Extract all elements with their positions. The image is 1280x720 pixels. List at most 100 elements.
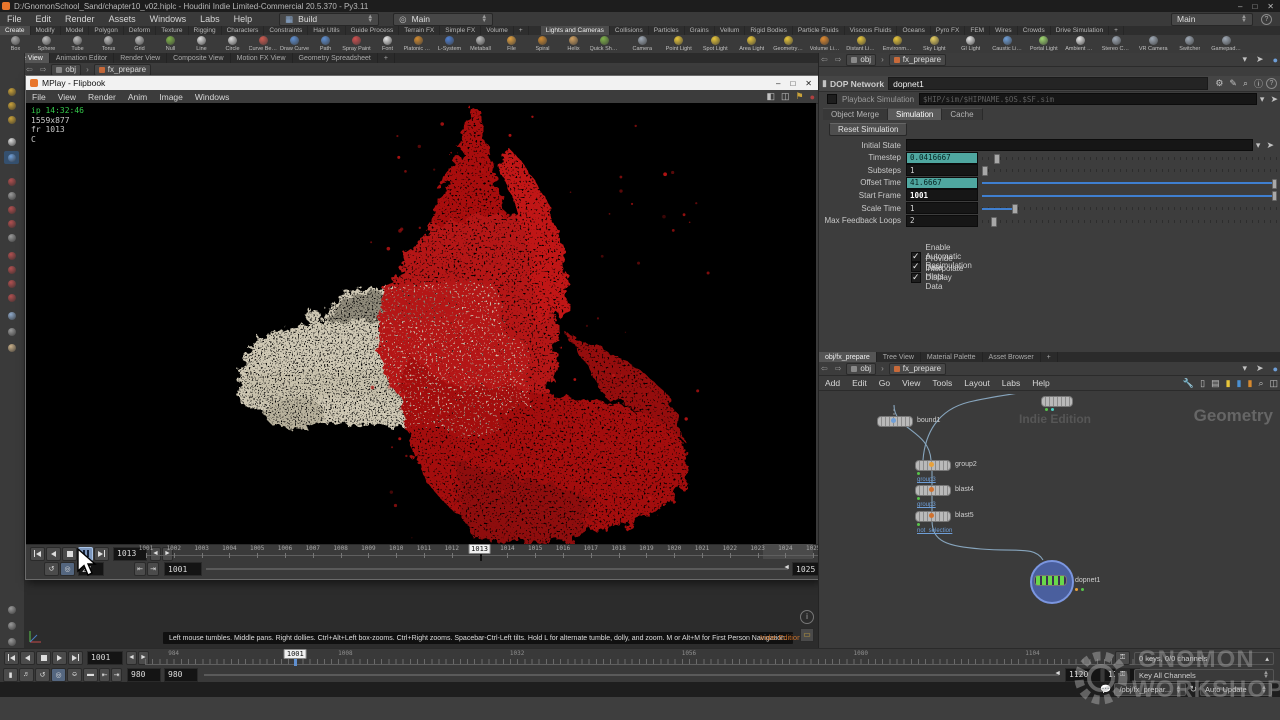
color-palette-icon[interactable]: ▮ [1223, 378, 1234, 389]
slider-handle[interactable] [1272, 191, 1277, 201]
left-toolbar-icon-4[interactable] [4, 151, 19, 164]
mplay-menu-file[interactable]: File [26, 92, 52, 102]
left-toolbar-icon-16[interactable] [4, 341, 19, 354]
tl-jump-start-button[interactable] [4, 651, 19, 665]
pane-tab--[interactable]: + [378, 53, 395, 63]
shelf-tab--[interactable]: + [514, 26, 529, 35]
menu-render[interactable]: Render [58, 14, 102, 24]
breadcrumb-node[interactable]: fx_prepare [889, 54, 946, 66]
left-toolbar-icon-17[interactable] [4, 603, 19, 616]
slider-handle[interactable] [1012, 204, 1018, 214]
menu-help[interactable]: Help [227, 14, 260, 24]
link-icon[interactable]: ● [1270, 55, 1280, 65]
param-slider[interactable] [982, 216, 1277, 226]
menu-edit[interactable]: Edit [29, 14, 59, 24]
shelf-tab-volume[interactable]: Volume [481, 26, 514, 35]
shelf-tool-gi-light[interactable]: GI Light [953, 35, 990, 53]
window-maximize-button[interactable]: □ [1252, 2, 1257, 11]
shelf-tab-simple-fx[interactable]: Simple FX [440, 26, 481, 35]
range-start-set-button[interactable]: ⇤ [99, 668, 110, 682]
flag-icon[interactable]: ⚑ [792, 91, 806, 102]
shelf-tab-crowds[interactable]: Crowds [1018, 26, 1051, 35]
param-value-field[interactable]: 1 [906, 202, 978, 214]
shelf-tool-switcher[interactable]: Switcher [1172, 35, 1209, 53]
mplay-step-forward-button[interactable]: ► [162, 547, 173, 561]
mplay-stop-button[interactable] [62, 547, 77, 561]
left-toolbar-icon-10[interactable] [4, 249, 19, 262]
desktop-selector[interactable]: ▦Build ▲▼ [279, 13, 379, 26]
shelf-tool-tube[interactable]: Tube [62, 35, 93, 53]
shelf-tool-box[interactable]: Box [0, 35, 31, 53]
shelf-tab-texture[interactable]: Texture [156, 26, 188, 35]
mplay-menu-view[interactable]: View [52, 92, 82, 102]
shape-palette-icon[interactable]: ▮ [1234, 378, 1245, 389]
param-value-field[interactable]: 41.6667 [906, 177, 978, 189]
help-icon[interactable]: ? [1266, 78, 1277, 89]
wrench-icon[interactable]: 🔧 [1180, 378, 1197, 389]
left-toolbar-icon-1[interactable] [4, 99, 19, 112]
mplay-minimize-button[interactable]: – [776, 79, 780, 88]
left-toolbar-icon-5[interactable] [4, 175, 19, 188]
left-toolbar-icon-11[interactable] [4, 263, 19, 276]
file-chooser-icon[interactable]: ➤ [1263, 140, 1277, 151]
left-toolbar-icon-0[interactable] [4, 85, 19, 98]
shelf-tool-sphere[interactable]: Sphere [31, 35, 62, 53]
mplay-viewport[interactable]: ip 14:32:46 1559x877 fr 1013 C [26, 103, 816, 544]
range-start-set-button[interactable]: ⇤ [134, 562, 146, 576]
network-node-clipped[interactable] [1041, 396, 1073, 407]
playback-sim-checkbox[interactable] [827, 94, 837, 104]
tl-play-button[interactable] [52, 651, 67, 665]
menu-assets[interactable]: Assets [102, 14, 143, 24]
tl-jump-end-button[interactable] [68, 651, 83, 665]
search-icon[interactable]: ⌕ [1255, 378, 1266, 389]
playback-sim-path-field[interactable]: $HIP/sim/$HIPNAME.$OS.$SF.sim [919, 93, 1257, 105]
info-icon[interactable]: i [800, 610, 814, 624]
pane-tab-material-palette[interactable]: Material Palette [921, 352, 983, 362]
shelf-tab-model[interactable]: Model [61, 26, 90, 35]
shelf-tab-lights-and-cameras[interactable]: Lights and Cameras [541, 26, 610, 35]
mplay-step-back-button[interactable]: ◄ [150, 547, 161, 561]
nav-back-icon[interactable]: ⇦ [819, 364, 830, 373]
tl-play-reverse-button[interactable] [20, 651, 35, 665]
shelf-tool-distant-light[interactable]: Distant Light [843, 35, 880, 53]
breadcrumb-root[interactable]: obj [51, 64, 81, 76]
shelf-tool-platonic-solids[interactable]: Platonic Solids [403, 35, 434, 53]
checkbox[interactable]: ✓ [911, 273, 921, 283]
shelf-tab-oceans[interactable]: Oceans [897, 26, 930, 35]
pane-tab-composite-view[interactable]: Composite View [167, 53, 230, 63]
reset-simulation-button[interactable]: Reset Simulation [829, 123, 907, 136]
grid-icon[interactable]: ◫ [1266, 378, 1280, 389]
snapshot-icon[interactable]: ▭ [800, 628, 814, 642]
mplay-play-reverse-button[interactable] [46, 547, 61, 561]
shelf-tool-curve-bezier[interactable]: Curve Bezier [248, 35, 279, 53]
shelf-tool-spot-light[interactable]: Spot Light [697, 35, 734, 53]
mplay-layout-icon[interactable]: ◫ [778, 91, 793, 102]
context-path-dropdown[interactable]: /obj/fx_prepar... ▲▼ [1114, 683, 1186, 696]
shelf-tab-particles[interactable]: Particles [649, 26, 685, 35]
left-toolbar-icon-15[interactable] [4, 325, 19, 338]
pane-tab-asset-browser[interactable]: Asset Browser [983, 352, 1041, 362]
path-dropdown-icon[interactable]: ▾ [1239, 54, 1250, 65]
shelf-tool-torus[interactable]: Torus [93, 35, 124, 53]
shelf-tool-grid[interactable]: Grid [124, 35, 155, 53]
record-icon[interactable]: ● [807, 92, 818, 102]
shelf-tool-font[interactable]: Font [372, 35, 403, 53]
key-all-channels-button[interactable]: Key All Channels▲▼ [1134, 669, 1274, 682]
flags-icon[interactable]: ▮ [1244, 378, 1255, 389]
help-icon[interactable]: ? [1261, 14, 1272, 25]
shelf-tool-spiral[interactable]: Spiral [527, 35, 558, 53]
network-menu-layout[interactable]: Layout [958, 378, 996, 388]
playback-end-field[interactable]: 1120 [1065, 668, 1101, 682]
key-icon[interactable]: ⚿ [1115, 651, 1130, 665]
shelf-tool-draw-curve[interactable]: Draw Curve [279, 35, 310, 53]
global-start-field[interactable]: 980 [127, 668, 161, 682]
mplay-range-slider[interactable]: ◄ [206, 568, 788, 570]
slider-handle[interactable] [994, 154, 1000, 164]
mplay-titlebar[interactable]: MPlay - Flipbook – □ ✕ [26, 76, 818, 90]
loop-mode-icon[interactable]: ↺ [44, 562, 59, 576]
left-toolbar-icon-19[interactable] [4, 635, 19, 648]
shelf-tab-characters[interactable]: Characters [222, 26, 265, 35]
list-icon[interactable]: ▤ [1208, 378, 1223, 389]
shelf-tab-collisions[interactable]: Collisions [610, 26, 649, 35]
shelf-tool-gamepad-camera[interactable]: Gamepad Camera [1208, 35, 1245, 53]
